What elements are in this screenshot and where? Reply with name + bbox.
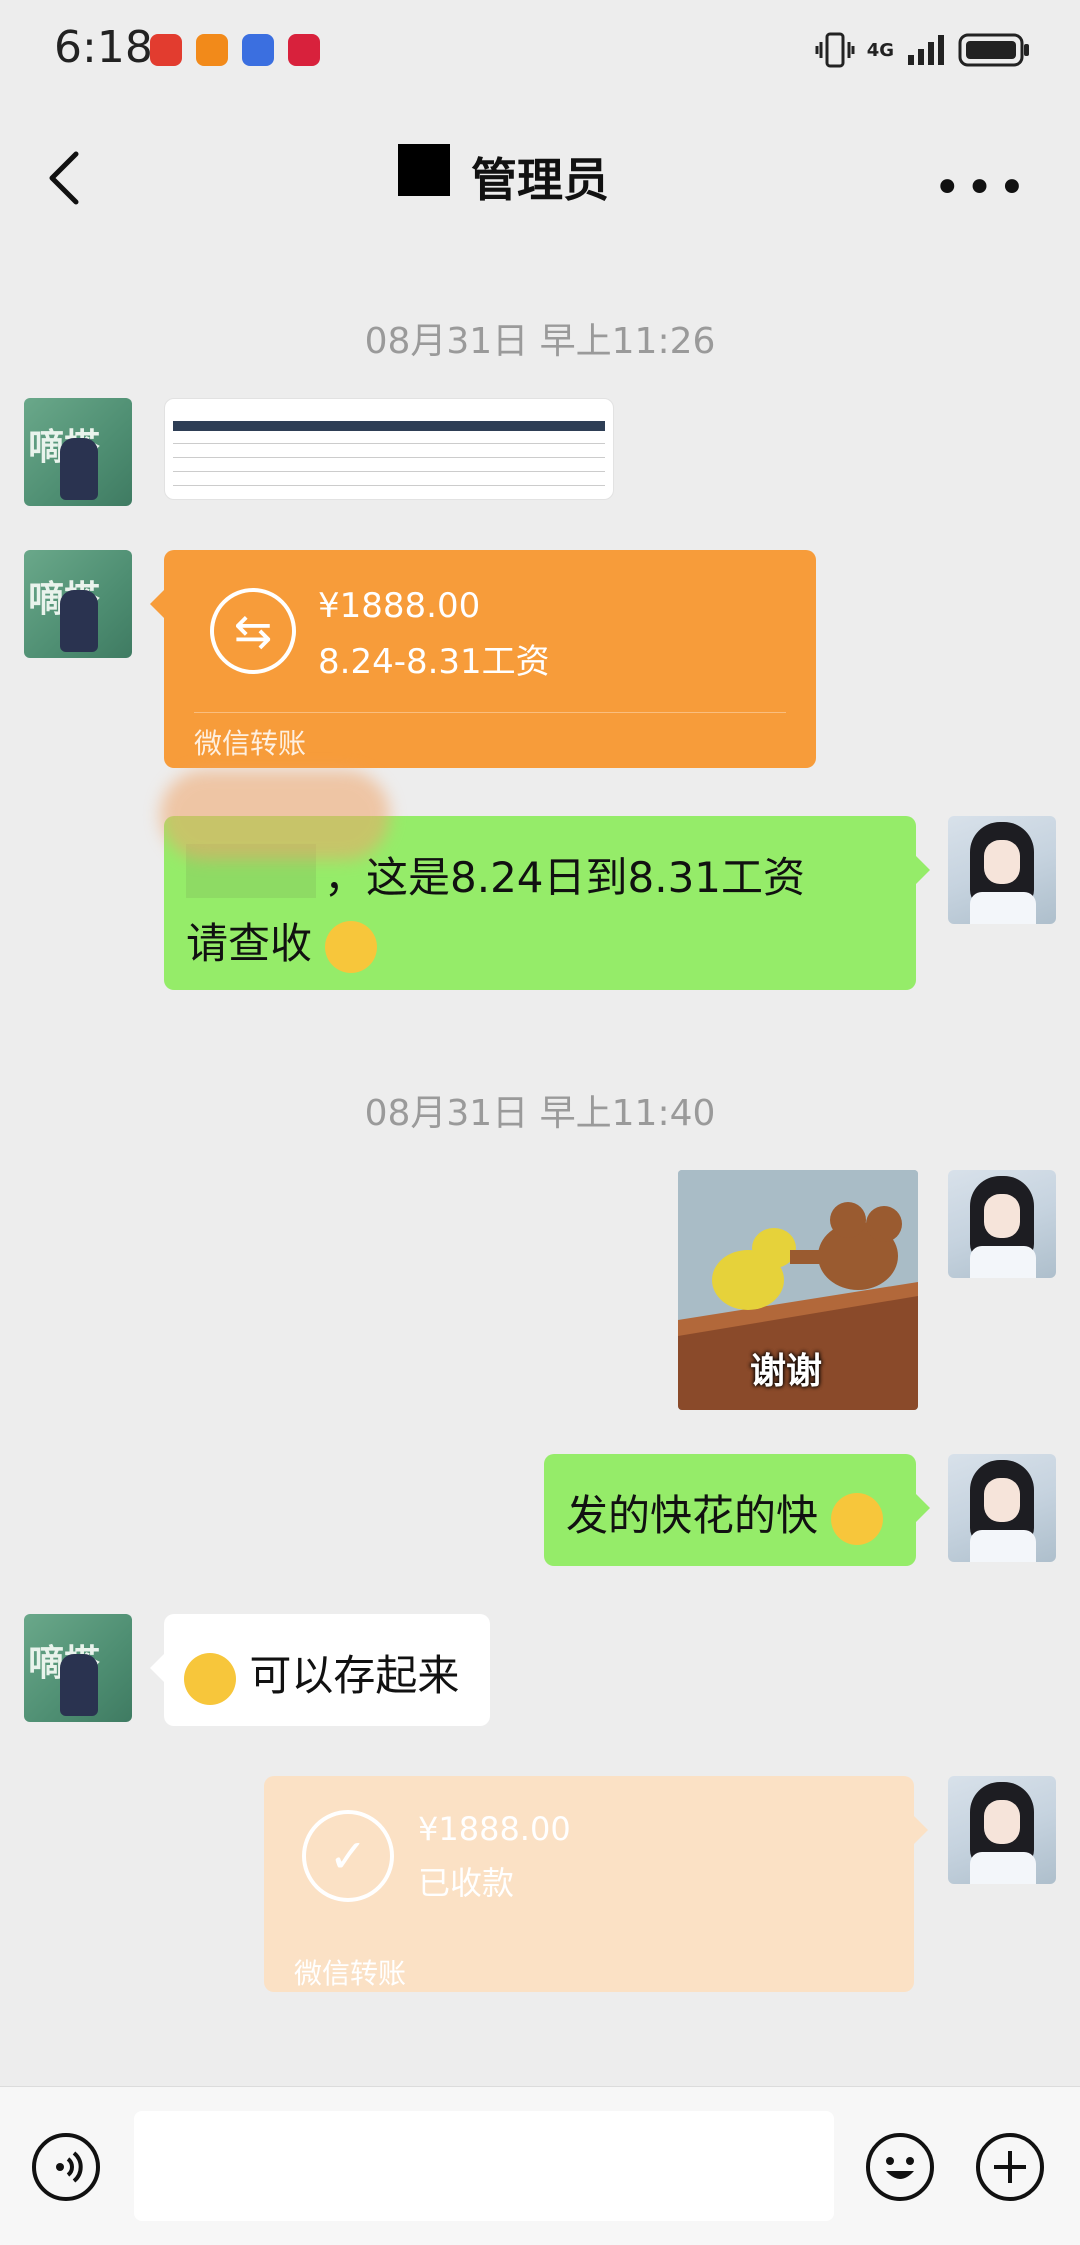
checkmark-icon: ✓ bbox=[302, 1810, 394, 1902]
transfer-arrows-icon: ⇆ bbox=[210, 588, 296, 674]
vibrate-icon bbox=[815, 32, 855, 68]
message-text-line1: ，这是8.24日到8.31工资 bbox=[324, 853, 806, 902]
sticker-image[interactable]: 谢谢 bbox=[678, 1170, 918, 1410]
status-time: 6:18 bbox=[54, 22, 153, 73]
transfer-footer: 微信转账 bbox=[194, 727, 307, 760]
huawei-app-icon bbox=[288, 34, 320, 66]
fox-app-icon bbox=[196, 34, 228, 66]
message-text: 发的快花的快 bbox=[566, 1491, 819, 1540]
laugh-cry-emoji-icon bbox=[184, 1652, 236, 1705]
transfer-card[interactable]: ⇆ ¥1888.00 8.24-8.31工资 微信转账 bbox=[150, 550, 816, 768]
message-text-line2: 请查收 bbox=[186, 919, 313, 968]
avatar[interactable] bbox=[948, 1454, 1056, 1562]
plus-icon[interactable] bbox=[976, 2133, 1044, 2201]
avatar[interactable]: 嘀搭 bbox=[24, 550, 132, 658]
timestamp: 08月31日 早上11:26 bbox=[364, 321, 716, 362]
transfer-note: 8.24-8.31工资 bbox=[318, 642, 550, 682]
blue-app-icon bbox=[242, 34, 274, 66]
battery-icon bbox=[958, 33, 1029, 67]
shy-emoji-icon bbox=[831, 1492, 884, 1545]
message-text: 可以存起来 bbox=[249, 1651, 460, 1700]
transfer-status: 已收款 bbox=[418, 1864, 515, 1902]
avatar[interactable]: 嘀搭 bbox=[24, 1614, 132, 1722]
network-label: 4G bbox=[866, 39, 894, 61]
status-bar: 6:18 4G bbox=[0, 0, 1080, 100]
smirk-emoji-icon bbox=[325, 920, 378, 973]
transfer-amount: ¥1888.00 bbox=[418, 1810, 571, 1848]
blur-overlay bbox=[160, 770, 390, 860]
message-bubble[interactable]: 可以存起来 bbox=[150, 1614, 490, 1726]
chat-header: 管理员 ••• bbox=[0, 100, 1080, 245]
red-app-icon bbox=[150, 34, 182, 66]
status-indicators: 4G bbox=[815, 30, 1030, 70]
sticker-caption: 谢谢 bbox=[750, 1351, 823, 1392]
image-message[interactable] bbox=[164, 398, 614, 500]
signal-icon bbox=[908, 35, 944, 65]
transfer-received-card[interactable]: ✓ ¥1888.00 已收款 微信转账 bbox=[264, 1776, 928, 1992]
transfer-footer: 微信转账 bbox=[294, 1957, 407, 1990]
emoji-icon[interactable] bbox=[866, 2133, 934, 2201]
avatar[interactable] bbox=[948, 1776, 1056, 1884]
message-input[interactable] bbox=[134, 2111, 834, 2221]
avatar[interactable]: 嘀搭 bbox=[24, 398, 132, 506]
chat-title: 管理员 bbox=[471, 153, 609, 207]
message-bubble[interactable]: 发的快花的快 bbox=[544, 1454, 930, 1566]
more-dots-icon[interactable]: ••• bbox=[933, 160, 1030, 216]
timestamp: 08月31日 早上11:40 bbox=[364, 1093, 716, 1134]
transfer-amount: ¥1888.00 bbox=[318, 586, 481, 626]
avatar[interactable] bbox=[948, 1170, 1056, 1278]
input-bar bbox=[0, 2086, 1080, 2245]
voice-icon[interactable] bbox=[32, 2133, 100, 2201]
avatar[interactable] bbox=[948, 816, 1056, 924]
